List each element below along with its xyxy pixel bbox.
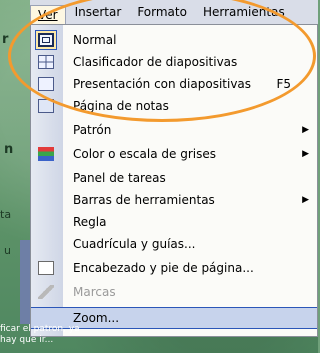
submenu-arrow-icon: ▶ <box>302 149 309 159</box>
markup-icon <box>38 285 54 299</box>
menu-item-task-pane[interactable]: Panel de tareas <box>31 167 317 189</box>
submenu-arrow-icon: ▶ <box>302 125 309 135</box>
background-letter: n <box>4 142 14 157</box>
caption-line: ficar el patron, ya <box>0 324 80 334</box>
background-letter: u <box>4 244 11 257</box>
menu-item-label: Barras de herramientas <box>73 193 215 207</box>
submenu-arrow-icon: ▶ <box>302 195 309 205</box>
menu-item-label: Marcas <box>73 285 116 299</box>
menu-item-label: Color o escala de grises <box>73 147 216 161</box>
menu-item-header-footer[interactable]: Encabezado y pie de página... <box>31 257 317 279</box>
menu-item-label: Patrón <box>73 123 112 137</box>
background-letter: r <box>2 32 9 47</box>
menu-item-master[interactable]: Patrón ▶ <box>31 119 317 141</box>
header-footer-icon <box>38 261 54 275</box>
background-letter: ta <box>0 208 12 221</box>
menu-item-color-grayscale[interactable]: Color o escala de grises ▶ <box>31 143 317 165</box>
background-strip <box>20 240 30 324</box>
menu-item-markup[interactable]: Marcas <box>31 281 317 303</box>
menu-item-grid-guides[interactable]: Cuadrícula y guías... <box>31 233 317 255</box>
caption-line: hay que ir... <box>0 335 54 345</box>
color-grayscale-icon <box>38 147 54 161</box>
menu-item-ruler[interactable]: Regla <box>31 211 317 233</box>
menu-item-label: Zoom... <box>73 311 120 325</box>
menu-item-label: Panel de tareas <box>73 171 166 185</box>
menu-item-label: Cuadrícula y guías... <box>73 237 196 251</box>
menu-item-toolbars[interactable]: Barras de herramientas ▶ <box>31 189 317 211</box>
menu-item-label: Regla <box>73 215 107 229</box>
menu-item-label: Encabezado y pie de página... <box>73 261 254 275</box>
background-caption: ficar el patron, ya hay que ir... <box>0 324 120 346</box>
